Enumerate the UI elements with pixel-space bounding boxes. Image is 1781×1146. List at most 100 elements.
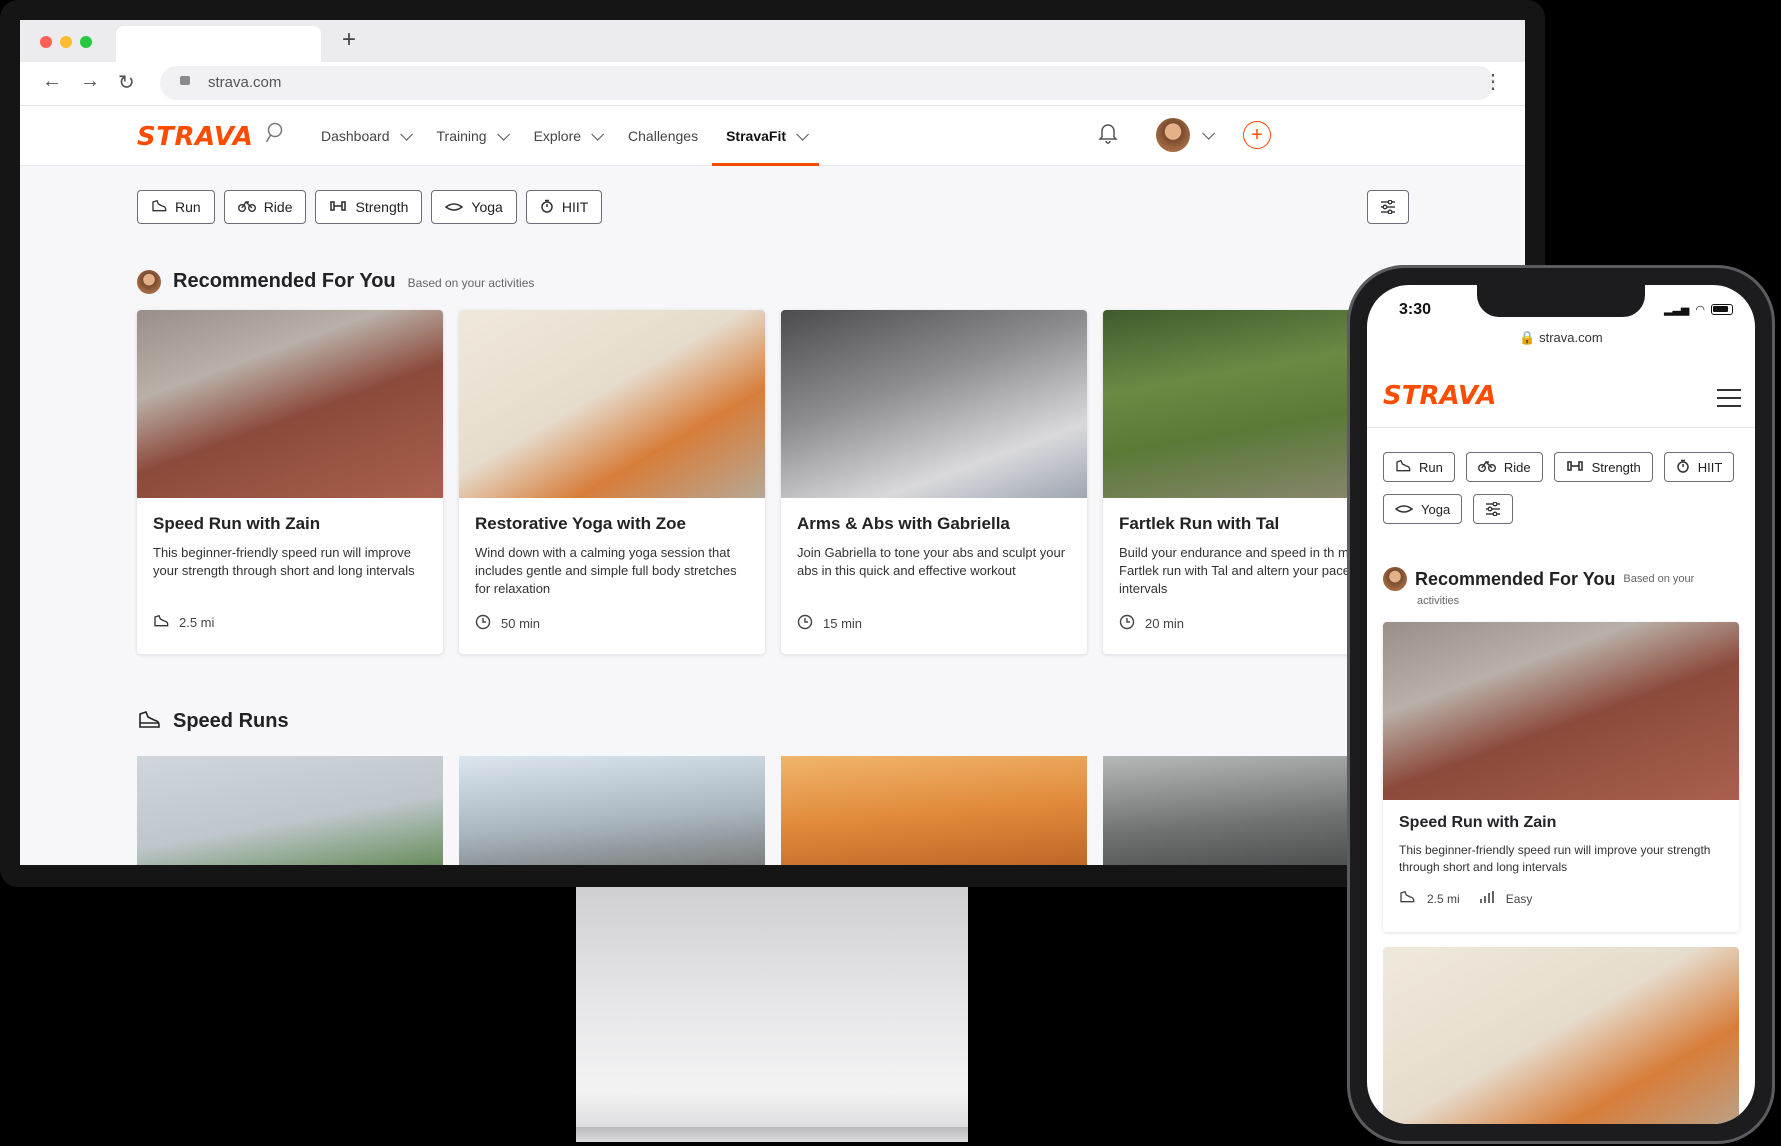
card-image: [1383, 622, 1739, 800]
address-url: strava.com: [208, 74, 282, 91]
speed-run-card-image[interactable]: [459, 756, 765, 865]
nav-item-label: Challenges: [628, 128, 699, 144]
nav-right-actions: +: [1098, 118, 1271, 152]
speed-runs-header: Speed Runs: [137, 710, 289, 735]
avatar: [137, 270, 161, 294]
minimize-window-button[interactable]: [60, 36, 72, 48]
filter-label: Yoga: [1421, 501, 1451, 517]
filter-label: HIIT: [1697, 459, 1723, 475]
activity-filters: Run Ride Strength Yoga HIIT: [137, 190, 603, 224]
nav-item-stravafit[interactable]: StravaFit: [712, 106, 819, 166]
monitor-stand-base: [576, 1127, 968, 1142]
new-tab-button[interactable]: +: [342, 28, 356, 52]
nav-item-dashboard[interactable]: Dashboard: [307, 106, 423, 166]
strava-logo[interactable]: STRAVA: [137, 122, 253, 152]
lock-icon: [180, 76, 190, 85]
main-menu: Dashboard Training Explore Challenges Strava…: [307, 106, 819, 166]
shoe-icon: [137, 710, 161, 735]
card-description: Join Gabriella to tone your abs and scul…: [797, 545, 1066, 578]
filter-label: Run: [1419, 459, 1443, 475]
filter-settings-button[interactable]: [1367, 190, 1409, 224]
workout-card[interactable]: Speed Run with Zain This beginner-friend…: [1383, 622, 1739, 932]
browser-tab-strip: +: [20, 20, 1525, 62]
sliders-icon: [1381, 200, 1395, 214]
filter-strength-button[interactable]: Strength: [315, 190, 423, 224]
wifi-icon: ◠: [1695, 304, 1705, 316]
sliders-icon: [1486, 502, 1501, 516]
address-bar[interactable]: strava.com: [160, 66, 1495, 100]
card-distance: 2.5 mi: [1427, 891, 1460, 906]
phone-screen: 3:30 ▂▃▅ ◠ 🔒 strava.com STRAVA Run Ride St…: [1367, 285, 1755, 1124]
phone-url-bar[interactable]: 🔒 strava.com: [1367, 330, 1755, 346]
shoe-icon: [151, 199, 167, 216]
nav-item-label: Explore: [533, 128, 582, 144]
desktop-screen: + ← → ↻ strava.com ⋮ STRAVA Dashboard Tra…: [20, 20, 1525, 865]
bell-icon[interactable]: [1098, 122, 1118, 149]
status-icons: ▂▃▅ ◠: [1664, 303, 1733, 316]
workout-card[interactable]: Speed Run with Zain This beginner-friendl…: [137, 310, 443, 654]
back-arrow-icon[interactable]: ←: [42, 70, 62, 95]
filter-hiit-button[interactable]: HIIT: [525, 190, 603, 224]
battery-icon: [1711, 304, 1733, 315]
nav-item-label: Training: [436, 128, 487, 144]
dumbbell-icon: [1566, 460, 1584, 475]
card-title: Arms & Abs with Gabriella: [797, 514, 1010, 533]
avatar[interactable]: [1156, 118, 1190, 152]
maximize-window-button[interactable]: [80, 36, 92, 48]
card-meta-value: 2.5 mi: [179, 615, 215, 630]
filter-label: HIIT: [561, 199, 589, 215]
filter-label: Strength: [355, 199, 409, 215]
nav-item-label: StravaFit: [726, 128, 787, 144]
filter-yoga-button[interactable]: Yoga: [1383, 494, 1463, 524]
card-description: Wind down with a calming yoga session th…: [475, 545, 737, 596]
divider: [1367, 427, 1755, 428]
speed-run-card-image[interactable]: [137, 756, 443, 865]
search-icon[interactable]: [265, 122, 283, 149]
workout-card[interactable]: Arms & Abs with Gabriella Join Gabriella …: [781, 310, 1087, 654]
card-image: [781, 310, 1087, 498]
chevron-down-icon: [1202, 126, 1215, 140]
add-activity-icon[interactable]: +: [1243, 121, 1271, 149]
filter-ride-button[interactable]: Ride: [223, 190, 307, 224]
shoe-icon: [1395, 459, 1411, 476]
nav-item-training[interactable]: Training: [423, 106, 520, 166]
close-window-button[interactable]: [40, 36, 52, 48]
workout-card-image[interactable]: [1383, 947, 1739, 1124]
filter-hiit-button[interactable]: HIIT: [1663, 452, 1735, 482]
speed-run-card-image[interactable]: [781, 756, 1087, 865]
hamburger-menu-icon[interactable]: [1717, 389, 1741, 413]
phone-url: strava.com: [1539, 330, 1603, 345]
reload-icon[interactable]: ↻: [118, 70, 135, 95]
profile-menu[interactable]: [1156, 118, 1215, 152]
desktop-monitor: + ← → ↻ strava.com ⋮ STRAVA Dashboard Tra…: [0, 0, 1545, 887]
nav-item-explore[interactable]: Explore: [520, 106, 614, 166]
phone-activity-filters: Run Ride Strength HIIT Yoga: [1383, 452, 1743, 524]
filter-label: Ride: [263, 199, 293, 215]
clock-icon: [797, 614, 813, 633]
card-image: [459, 310, 765, 498]
stopwatch-icon: [540, 199, 554, 216]
filter-run-button[interactable]: Run: [1383, 452, 1455, 482]
clock-icon: [1119, 614, 1135, 633]
nav-item-challenges[interactable]: Challenges: [614, 106, 712, 166]
filter-run-button[interactable]: Run: [137, 190, 215, 224]
card-level: Easy: [1505, 891, 1533, 906]
strava-nav-bar: STRAVA Dashboard Training Explore Challenge…: [20, 106, 1525, 166]
recommended-header: Recommended For You Based on your activi…: [137, 270, 534, 294]
browser-menu-icon[interactable]: ⋮: [1483, 72, 1503, 92]
filter-settings-button[interactable]: [1473, 494, 1514, 524]
workout-card[interactable]: Restorative Yoga with Zoe Wind down with …: [459, 310, 765, 654]
section-subtitle: Based on your activities: [407, 276, 535, 290]
filter-label: Strength: [1591, 459, 1641, 475]
filter-yoga-button[interactable]: Yoga: [431, 190, 517, 224]
strava-logo[interactable]: STRAVA: [1383, 381, 1496, 411]
forward-arrow-icon[interactable]: →: [80, 70, 100, 95]
browser-tab[interactable]: [116, 26, 321, 62]
filter-strength-button[interactable]: Strength: [1553, 452, 1653, 482]
chevron-down-icon: [796, 127, 810, 141]
browser-toolbar: ← → ↻ strava.com ⋮: [20, 62, 1525, 106]
bars-icon: [1479, 891, 1494, 906]
shoe-icon: [153, 614, 169, 631]
chevron-down-icon: [591, 127, 605, 141]
filter-ride-button[interactable]: Ride: [1465, 452, 1543, 482]
